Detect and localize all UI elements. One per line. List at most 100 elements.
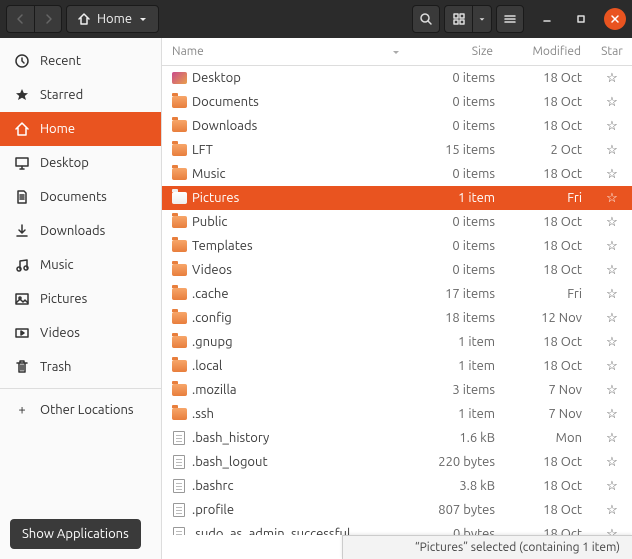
file-star[interactable]: ☆ [592, 263, 632, 278]
file-row[interactable]: .config18 items12 Nov☆ [162, 306, 632, 330]
column-star[interactable]: Star [592, 45, 632, 58]
file-star[interactable]: ☆ [592, 407, 632, 422]
file-name: .config [188, 311, 412, 325]
sidebar-item-home[interactable]: Home [0, 112, 161, 146]
file-row[interactable]: .ssh1 item7 Nov☆ [162, 402, 632, 426]
file-star[interactable]: ☆ [592, 95, 632, 110]
sidebar-item-documents[interactable]: Documents [0, 180, 161, 214]
file-star[interactable]: ☆ [592, 167, 632, 182]
show-applications-button[interactable]: Show Applications [10, 519, 141, 549]
file-star[interactable]: ☆ [592, 239, 632, 254]
sidebar-item-recent[interactable]: Recent [0, 44, 161, 78]
file-modified: 18 Oct [507, 119, 592, 133]
file-row[interactable]: LFT15 items2 Oct☆ [162, 138, 632, 162]
file-row[interactable]: Public0 items18 Oct☆ [162, 210, 632, 234]
folder-icon [172, 384, 187, 396]
nav-forward-button[interactable] [34, 5, 62, 33]
sidebar-item-downloads[interactable]: Downloads [0, 214, 161, 248]
sidebar-item-label: Home [40, 122, 75, 136]
sidebar-item-pictures[interactable]: Pictures [0, 282, 161, 316]
column-size[interactable]: Size [410, 45, 505, 58]
sidebar: RecentStarred Home DesktopDocumentsDownloa… [0, 38, 162, 559]
file-star[interactable]: ☆ [592, 431, 632, 446]
file-row[interactable]: .local1 item18 Oct☆ [162, 354, 632, 378]
status-bar: “Pictures” selected (containing 1 item) [342, 535, 632, 559]
file-row[interactable]: .profile807 bytes18 Oct☆ [162, 498, 632, 522]
sidebar-other-locations[interactable]: + Other Locations [0, 393, 161, 427]
file-size: 0 items [412, 215, 507, 229]
file-modified: 18 Oct [507, 71, 592, 85]
view-grid-button[interactable] [444, 5, 472, 33]
sidebar-item-trash[interactable]: Trash [0, 350, 161, 384]
search-button[interactable] [412, 5, 440, 33]
sidebar-item-label: Videos [40, 326, 80, 340]
folder-icon [172, 408, 187, 420]
file-name: Videos [188, 263, 412, 277]
file-name: .cache [188, 287, 412, 301]
file-size: 1 item [412, 191, 507, 205]
file-name: LFT [188, 143, 412, 157]
file-row[interactable]: Downloads0 items18 Oct☆ [162, 114, 632, 138]
sidebar-item-label: Music [40, 258, 74, 272]
file-star[interactable]: ☆ [592, 215, 632, 230]
file-modified: 18 Oct [507, 335, 592, 349]
sidebar-separator [0, 388, 161, 389]
sidebar-item-videos[interactable]: Videos [0, 316, 161, 350]
nav-back-button[interactable] [6, 5, 34, 33]
file-star[interactable]: ☆ [592, 503, 632, 518]
file-row[interactable]: Documents0 items18 Oct☆ [162, 90, 632, 114]
file-row[interactable]: Music0 items18 Oct☆ [162, 162, 632, 186]
path-bar[interactable]: Home [66, 5, 159, 33]
hamburger-menu-button[interactable] [496, 5, 524, 33]
file-modified: 18 Oct [507, 167, 592, 181]
sidebar-item-music[interactable]: Music [0, 248, 161, 282]
file-row[interactable]: Videos0 items18 Oct☆ [162, 258, 632, 282]
folder-icon [172, 360, 187, 372]
minimize-button[interactable] [536, 8, 558, 30]
file-star[interactable]: ☆ [592, 71, 632, 86]
file-star[interactable]: ☆ [592, 287, 632, 302]
close-button[interactable] [604, 8, 626, 30]
file-star[interactable]: ☆ [592, 383, 632, 398]
file-star[interactable]: ☆ [592, 335, 632, 350]
file-size: 1 item [412, 407, 507, 421]
folder-icon [172, 216, 187, 228]
file-row[interactable]: .cache17 itemsFri☆ [162, 282, 632, 306]
file-modified: 18 Oct [507, 479, 592, 493]
folder-icon [172, 288, 187, 300]
file-name: .bash_logout [188, 455, 412, 469]
file-size: 1.6 kB [412, 431, 507, 445]
sidebar-item-desktop[interactable]: Desktop [0, 146, 161, 180]
file-row[interactable]: .bashrc3.8 kB18 Oct☆ [162, 474, 632, 498]
sidebar-item-starred[interactable]: Starred [0, 78, 161, 112]
file-star[interactable]: ☆ [592, 311, 632, 326]
file-star[interactable]: ☆ [592, 455, 632, 470]
folder-icon [172, 336, 187, 348]
file-star[interactable]: ☆ [592, 479, 632, 494]
file-row[interactable]: Pictures1 itemFri☆ [162, 186, 632, 210]
file-modified: Fri [507, 287, 592, 301]
file-row[interactable]: .bash_history1.6 kBMon☆ [162, 426, 632, 450]
column-modified[interactable]: Modified [506, 45, 591, 58]
column-name[interactable]: Name [162, 45, 409, 58]
file-star[interactable]: ☆ [592, 119, 632, 134]
file-size: 0 items [412, 167, 507, 181]
sort-indicator-icon [391, 47, 401, 57]
file-name: .bashrc [188, 479, 412, 493]
file-row[interactable]: Desktop0 items18 Oct☆ [162, 66, 632, 90]
view-options-button[interactable] [472, 5, 492, 33]
file-row[interactable]: Templates0 items18 Oct☆ [162, 234, 632, 258]
file-row[interactable]: .gnupg1 item18 Oct☆ [162, 330, 632, 354]
file-star[interactable]: ☆ [592, 359, 632, 374]
maximize-button[interactable] [570, 8, 592, 30]
file-row[interactable]: .sudo_as_admin_successful0 bytes18 Oct☆ [162, 522, 632, 535]
file-row[interactable]: .mozilla3 items7 Nov☆ [162, 378, 632, 402]
file-star[interactable]: ☆ [592, 191, 632, 206]
music-icon [14, 257, 30, 273]
file-list[interactable]: Desktop0 items18 Oct☆Documents0 items18 … [162, 66, 632, 535]
file-row[interactable]: .bash_logout220 bytes18 Oct☆ [162, 450, 632, 474]
file-modified: 2 Oct [507, 143, 592, 157]
file-star[interactable]: ☆ [592, 143, 632, 158]
file-star[interactable]: ☆ [592, 527, 632, 536]
file-modified: 12 Nov [507, 311, 592, 325]
